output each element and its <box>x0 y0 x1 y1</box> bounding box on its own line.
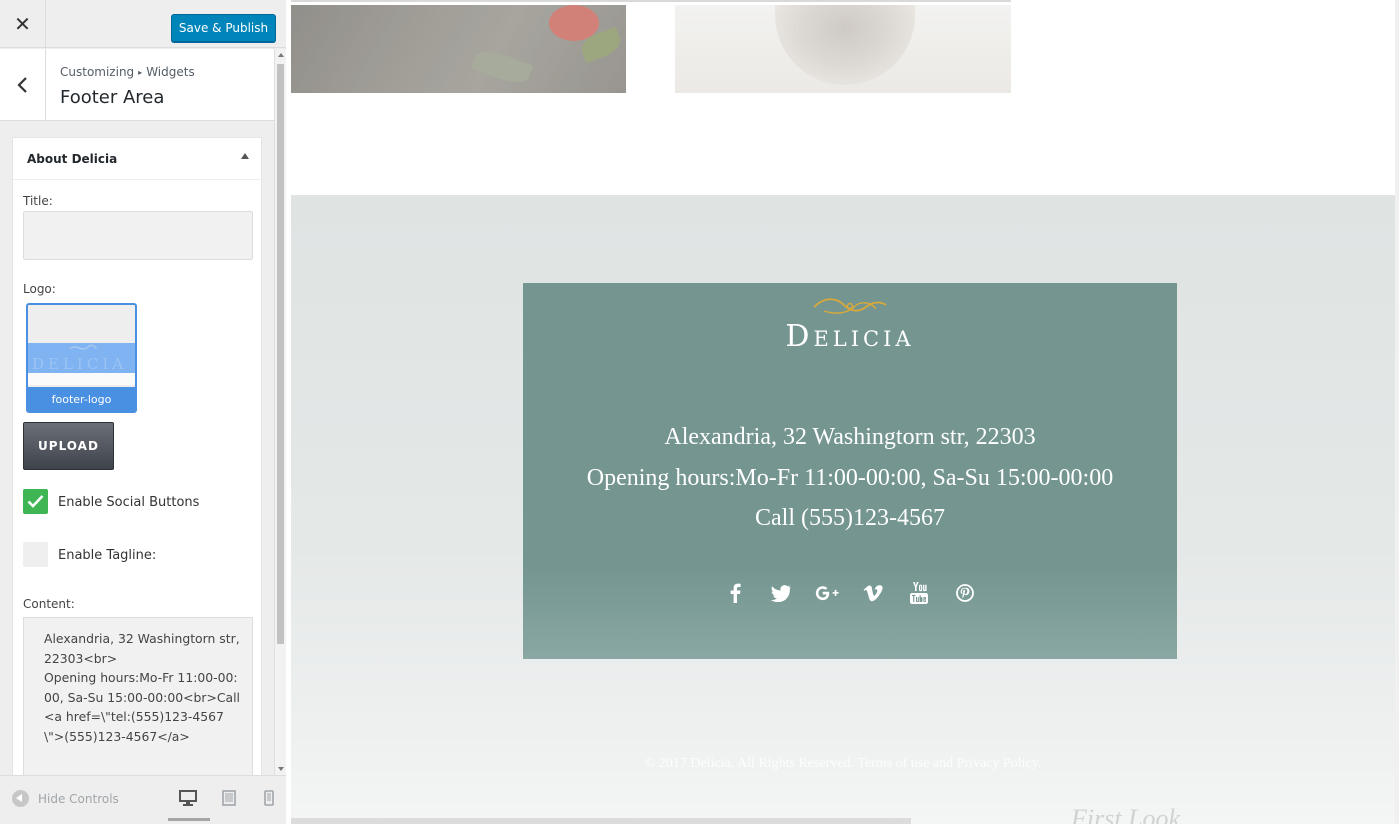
content-field-label: Content: <box>23 597 75 611</box>
vimeo-icon[interactable] <box>861 581 885 605</box>
social-buttons <box>523 581 1177 605</box>
next-section-heading-partial: First Look <box>1071 804 1181 824</box>
hide-controls-button[interactable]: Hide Controls <box>12 790 119 807</box>
customizer-footer: Hide Controls <box>0 775 286 824</box>
enable-tagline-checkbox[interactable] <box>23 542 48 567</box>
scroll-up-icon[interactable] <box>278 53 284 57</box>
scroll-down-icon[interactable] <box>278 767 284 771</box>
desktop-icon[interactable] <box>179 790 197 806</box>
widget-header[interactable]: About Delicia <box>13 138 261 180</box>
copyright-text: © 2017 Delicia. All Rights Reserved. <box>644 756 858 771</box>
chevron-left-icon <box>16 77 27 93</box>
copyright-line: © 2017 Delicia. All Rights Reserved. Ter… <box>291 756 1395 772</box>
breadcrumb-separator-icon: ▸ <box>138 68 143 77</box>
mobile-icon[interactable] <box>264 790 274 806</box>
gallery-image-hands[interactable] <box>675 5 1011 93</box>
google-plus-icon[interactable] <box>815 581 839 605</box>
copyright-and: and <box>929 756 957 771</box>
tablet-icon[interactable] <box>222 790 236 806</box>
breadcrumb-child: Widgets <box>146 65 195 79</box>
logo-thumbnail[interactable]: DELICIA footer-logo <box>26 303 137 413</box>
hide-controls-label: Hide Controls <box>38 791 119 806</box>
close-icon: ✕ <box>14 12 31 36</box>
sidebar-scrollbar[interactable] <box>274 49 286 775</box>
site-preview: Delicia Alexandria, 32 Washingtorn str, … <box>291 0 1395 824</box>
customizer-sidebar: ✕ Save & Publish Customizing ▸ Widgets Foo… <box>0 0 286 824</box>
collapse-icon <box>12 790 29 807</box>
logo-field-label: Logo: <box>23 282 56 296</box>
breadcrumb: Customizing ▸ Widgets <box>60 65 195 79</box>
about-widget-card: Delicia Alexandria, 32 Washingtorn str, … <box>523 283 1177 659</box>
footer-hours: Opening hours:Mo-Fr 11:00-00:00, Sa-Su 1… <box>586 465 1114 491</box>
scrollbar-thumb[interactable] <box>277 64 284 644</box>
save-publish-button[interactable]: Save & Publish <box>171 14 276 42</box>
twitter-icon[interactable] <box>769 581 793 605</box>
widget-title: About Delicia <box>27 152 118 166</box>
gallery-image-ingredients[interactable] <box>291 5 626 93</box>
customizer-header: ✕ Save & Publish <box>0 0 286 48</box>
enable-social-checkbox[interactable] <box>23 489 48 514</box>
facebook-icon[interactable] <box>723 581 747 605</box>
close-customizer-button[interactable]: ✕ <box>0 0 46 48</box>
youtube-icon[interactable] <box>907 581 931 605</box>
logo-filename: footer-logo <box>28 387 135 411</box>
section-header: Customizing ▸ Widgets Footer Area <box>0 49 274 121</box>
back-button[interactable] <box>0 49 46 121</box>
active-device-indicator <box>168 818 210 821</box>
privacy-link[interactable]: Privacy Policy <box>957 756 1038 771</box>
terms-link[interactable]: Terms of use <box>857 756 929 771</box>
footer-phone[interactable]: Call (555)123-4567 <box>523 505 1177 532</box>
widget-panel-about: About Delicia Title: Logo: DELICIA foote… <box>12 137 262 787</box>
logo-ghost-text: DELICIA <box>32 355 128 373</box>
pinterest-icon[interactable] <box>953 581 977 605</box>
collapse-arrow-icon[interactable] <box>241 153 249 159</box>
breadcrumb-root: Customizing <box>60 65 135 79</box>
content-textarea[interactable]: Alexandria, 32 Washingtorn str, 22303<br… <box>23 617 253 787</box>
checkmark-icon <box>27 495 44 508</box>
enable-tagline-label[interactable]: Enable Tagline: <box>58 548 156 563</box>
enable-social-label[interactable]: Enable Social Buttons <box>58 495 199 510</box>
logo-swirl-icon <box>813 298 887 314</box>
upload-button[interactable]: UPLOAD <box>23 422 114 470</box>
footer-logo[interactable]: Delicia <box>523 295 1177 354</box>
logo-swirl-icon <box>69 344 97 350</box>
title-input[interactable] <box>23 211 253 260</box>
logo-wordmark: Delicia <box>785 319 915 354</box>
section-title: Footer Area <box>60 87 165 108</box>
copyright-period: . <box>1037 756 1042 771</box>
footer-address: Alexandria, 32 Washingtorn str, 22303 <box>664 424 1036 450</box>
preview-scrollbar[interactable] <box>1395 0 1399 824</box>
title-field-label: Title: <box>23 194 53 208</box>
